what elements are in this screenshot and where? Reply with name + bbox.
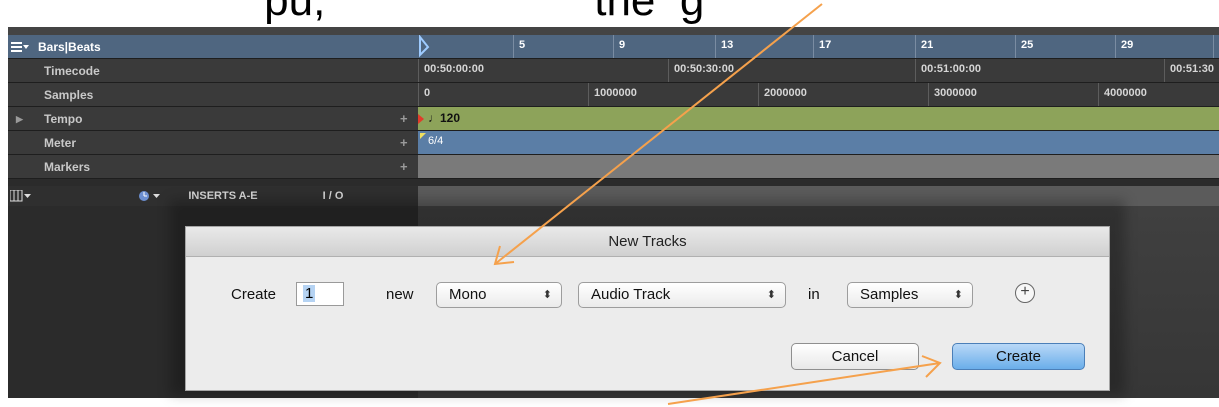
clock-icon[interactable] [138, 190, 162, 202]
samples-tick: 2000000 [758, 83, 807, 106]
cancel-button[interactable]: Cancel [791, 343, 919, 370]
samples-tick: 1000000 [588, 83, 637, 106]
bars-beats-lane[interactable]: 5 9 13 17 21 25 29 3 [418, 35, 1219, 59]
samples-tick: 3000000 [928, 83, 977, 106]
ruler-label: Markers [44, 160, 91, 174]
track-type-value: Audio Track [591, 286, 671, 303]
meter-value: 6/4 [428, 135, 444, 147]
ruler-markers: Markers + [8, 155, 1219, 179]
dialog-title: New Tracks [186, 227, 1109, 257]
track-count-value: 1 [303, 285, 316, 302]
track-list-menu-icon[interactable] [10, 190, 32, 202]
caption-text: pu, the g [203, 0, 754, 25]
stepper-arrows-icon: ⬍ [766, 289, 776, 301]
expand-triangle-icon[interactable]: ▶ [16, 107, 23, 131]
bar-tick: 5 [513, 35, 525, 58]
bar-tick: 29 [1115, 35, 1133, 58]
in-label: in [808, 286, 820, 303]
new-tracks-dialog: New Tracks Create 1 new Mono ⬍ Audio Tra… [185, 226, 1110, 391]
ruler-timecode: Timecode 00:50:00:00 00:50:30:00 00:51:0… [8, 59, 1219, 83]
samples-lane[interactable]: 0 1000000 2000000 3000000 4000000 [418, 83, 1219, 107]
ruler-name-bars-beats[interactable]: Bars|Beats [8, 35, 418, 59]
bar-tick: 17 [813, 35, 831, 58]
samples-tick: 4000000 [1098, 83, 1147, 106]
track-format-value: Mono [449, 286, 487, 303]
timecode-tick: 00:51:30 [1164, 59, 1214, 82]
ruler-tempo: ▶ Tempo + ♩120 [8, 107, 1219, 131]
caption-strip: pu, the g [0, 0, 1219, 27]
bar-tick: 25 [1015, 35, 1033, 58]
add-tempo-button[interactable]: + [400, 107, 408, 131]
track-type-select[interactable]: Audio Track ⬍ [578, 282, 786, 308]
timecode-tick: 00:51:00:00 [915, 59, 981, 82]
ruler-samples: Samples 0 1000000 2000000 3000000 400000… [8, 83, 1219, 107]
ruler-label: Bars|Beats [38, 40, 101, 54]
add-marker-button[interactable]: + [400, 155, 408, 179]
ruler-menu-icon[interactable] [11, 41, 29, 53]
ruler-meter: Meter + 6/4 [8, 131, 1219, 155]
tempo-lane[interactable]: ♩120 [418, 107, 1219, 131]
timebase-value: Samples [860, 286, 919, 303]
markers-lane[interactable] [418, 155, 1219, 179]
timecode-lane[interactable]: 00:50:00:00 00:50:30:00 00:51:00:00 00:5… [418, 59, 1219, 83]
bar-tick: 3 [1213, 35, 1219, 58]
stepper-arrows-icon: ⬍ [953, 289, 963, 301]
create-button[interactable]: Create [952, 343, 1085, 370]
timebase-select[interactable]: Samples ⬍ [847, 282, 973, 308]
ruler-bars-beats: Bars|Beats 5 9 13 17 21 25 29 3 [8, 35, 1219, 59]
tempo-value: ♩120 [428, 111, 461, 125]
ruler-name-meter[interactable]: Meter + [8, 131, 418, 155]
ruler-name-timecode[interactable]: Timecode [8, 59, 418, 83]
create-label: Create [231, 286, 277, 303]
window-top-bar [8, 27, 1219, 35]
tempo-event-marker-icon[interactable] [418, 114, 424, 124]
bar-tick: 21 [915, 35, 933, 58]
bar-tick: 13 [715, 35, 733, 58]
samples-tick: 0 [418, 83, 430, 106]
ruler-name-tempo[interactable]: ▶ Tempo + [8, 107, 418, 131]
new-label: new [386, 286, 414, 303]
add-row-button[interactable]: + [1015, 283, 1035, 303]
bar-tick: 9 [613, 35, 625, 58]
meter-event-marker-icon[interactable] [420, 133, 426, 139]
timecode-tick: 00:50:00:00 [418, 59, 484, 82]
ruler-label: Tempo [44, 112, 83, 126]
meter-lane[interactable]: 6/4 [418, 131, 1219, 155]
track-count-input[interactable]: 1 [296, 282, 344, 306]
ruler-name-markers[interactable]: Markers + [8, 155, 418, 179]
ruler-name-samples[interactable]: Samples [8, 83, 418, 107]
add-meter-button[interactable]: + [400, 131, 408, 155]
track-format-select[interactable]: Mono ⬍ [436, 282, 562, 308]
stepper-arrows-icon: ⬍ [542, 289, 552, 301]
timecode-tick: 00:50:30:00 [668, 59, 734, 82]
playhead-marker-icon[interactable] [418, 35, 432, 59]
ruler-label: Meter [44, 136, 77, 150]
